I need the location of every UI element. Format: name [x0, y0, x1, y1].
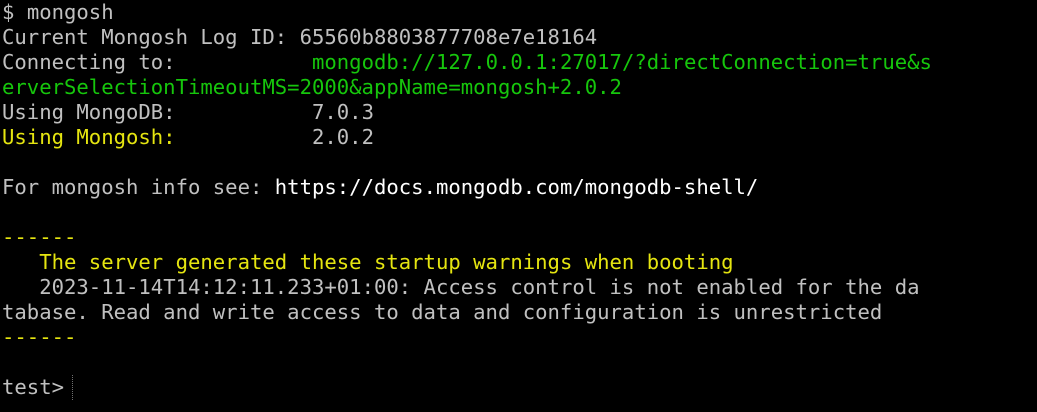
warning-detail-part1: 2023-11-14T14:12:11.233+01:00: Access co… [39, 275, 920, 299]
warning-separator-top: ------ [2, 225, 76, 250]
warning-title: The server generated these startup warni… [39, 250, 734, 274]
connection-uri-continued-line: erverSelectionTimeoutMS=2000&appName=mon… [2, 75, 622, 100]
mongosh-version-line: Using Mongosh: 2.0.2 [2, 125, 374, 150]
docs-link[interactable]: https://docs.mongodb.com/mongodb-shell/ [275, 175, 759, 199]
mongodb-version: 7.0.3 [311, 100, 374, 124]
connection-uri-part2: erverSelectionTimeoutMS=2000&appName=mon… [2, 75, 622, 99]
terminal-window[interactable]: $ mongosh Current Mongosh Log ID: 65560b… [0, 0, 1037, 412]
connection-uri-part1: mongodb://127.0.0.1:27017/?directConnect… [311, 50, 932, 74]
warning-detail-line2: tabase. Read and write access to data an… [2, 300, 882, 325]
mongodb-label: Using MongoDB: [2, 100, 176, 124]
shell-prompt-line[interactable]: test> [2, 375, 74, 400]
mongosh-version: 2.0.2 [311, 125, 374, 149]
info-line: For mongosh info see: https://docs.mongo… [2, 175, 758, 200]
shell-prompt: test> [2, 375, 64, 399]
warning-detail-line1: 2023-11-14T14:12:11.233+01:00: Access co… [2, 275, 920, 300]
mongodb-version-line: Using MongoDB: 7.0.3 [2, 100, 374, 125]
warning-title-line: The server generated these startup warni… [2, 250, 734, 275]
separator-text-bottom: ------ [2, 325, 77, 349]
warning-detail-part2: tabase. Read and write access to data an… [2, 300, 883, 324]
mongosh-label: Using Mongosh: [2, 125, 176, 149]
connecting-label: Connecting to: [2, 50, 176, 74]
prompt-symbol: $ [2, 0, 15, 24]
text-cursor[interactable] [72, 375, 74, 400]
log-id-line: Current Mongosh Log ID: 65560b8803877708… [2, 25, 597, 50]
command-line: $ mongosh [2, 0, 114, 25]
info-label: For mongosh info see: [2, 175, 263, 199]
log-id-label: Current Mongosh Log ID: [2, 25, 288, 49]
command-text: mongosh [26, 0, 114, 24]
separator-text-top: ------ [2, 225, 77, 249]
log-id-value: 65560b8803877708e7e18164 [299, 25, 598, 49]
warning-separator-bottom: ------ [2, 325, 76, 350]
connecting-line: Connecting to: mongodb://127.0.0.1:27017… [2, 50, 932, 75]
